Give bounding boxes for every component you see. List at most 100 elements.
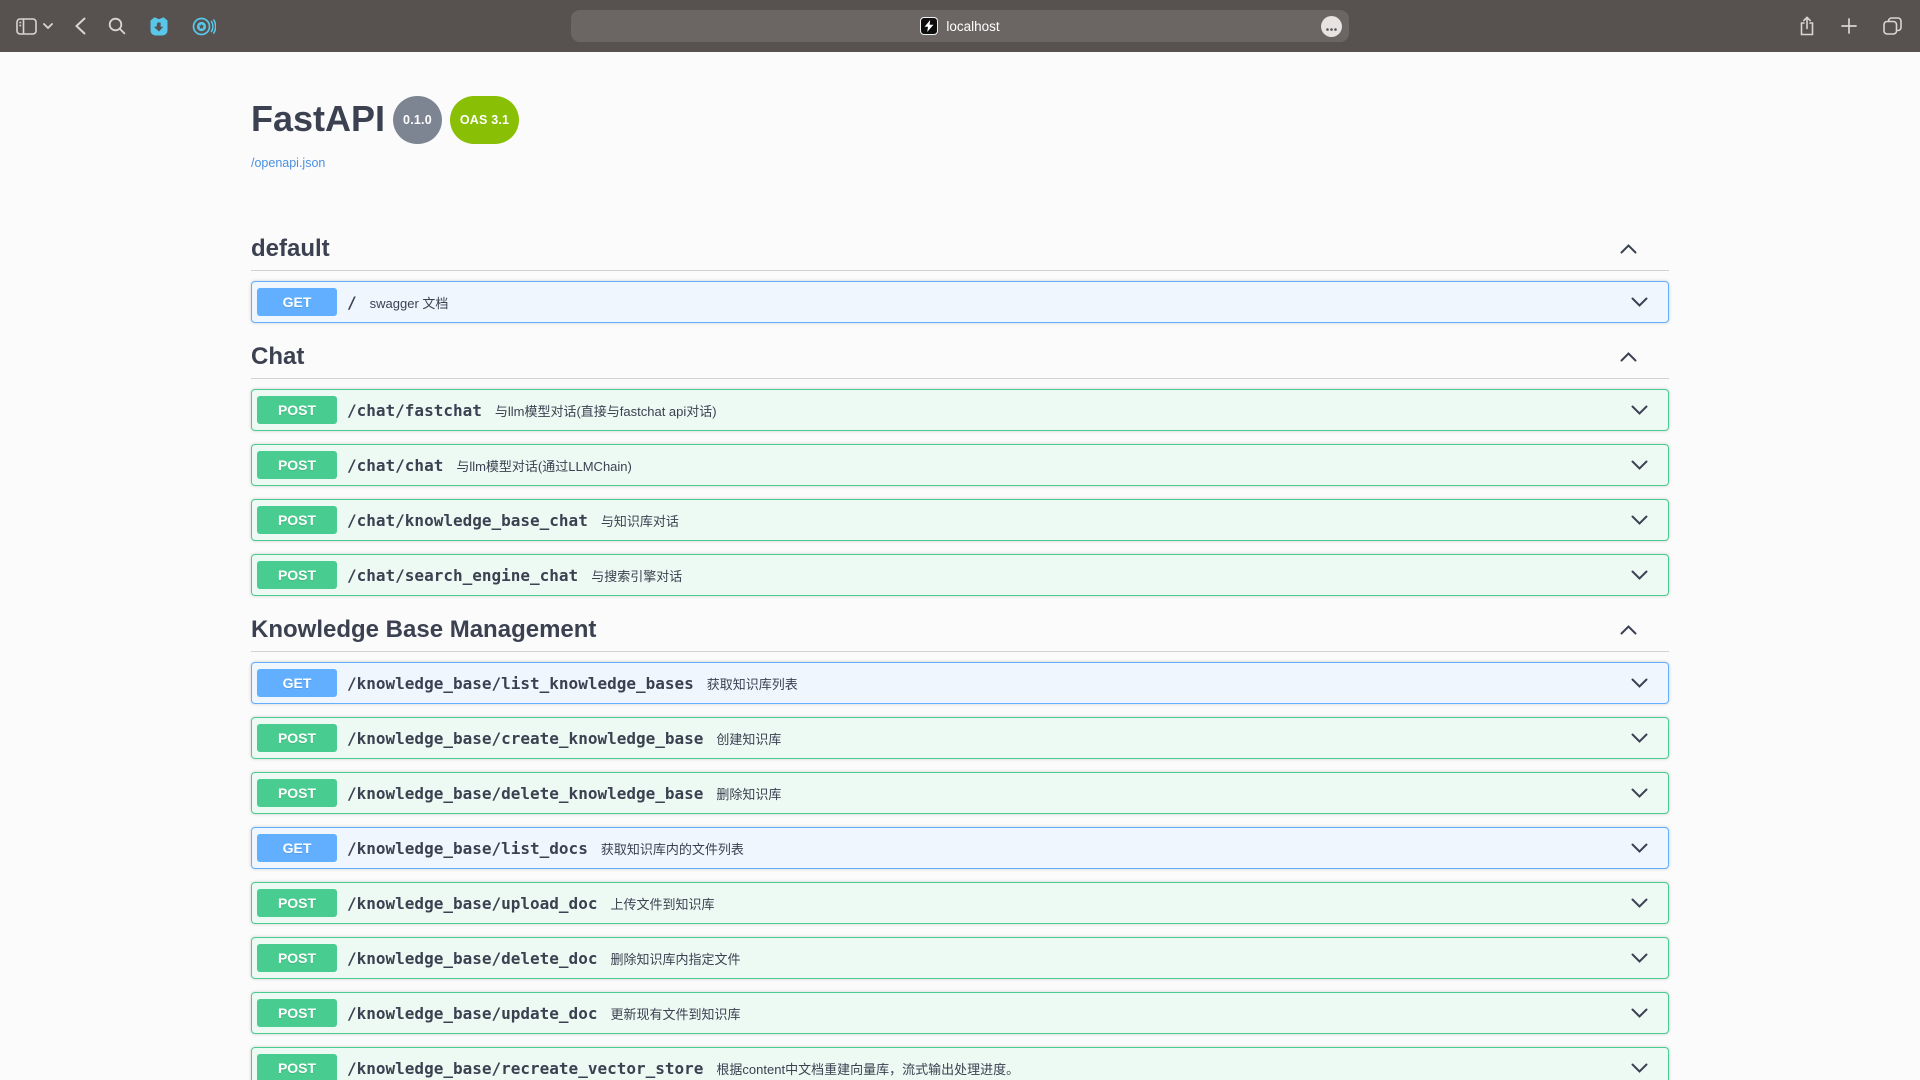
endpoint-expand-button[interactable] (1627, 672, 1652, 695)
endpoint-expand-button[interactable] (1627, 291, 1652, 314)
method-badge: POST (257, 889, 337, 917)
endpoint-row[interactable]: POST /chat/knowledge_base_chat 与知识库对话 (251, 499, 1669, 541)
new-tab-icon (1841, 18, 1857, 34)
chevron-up-icon (1620, 242, 1637, 257)
endpoint-row[interactable]: POST /chat/search_engine_chat 与搜索引擎对话 (251, 554, 1669, 596)
endpoint-expand-button[interactable] (1627, 837, 1652, 860)
search-icon (108, 17, 126, 35)
endpoint-row[interactable]: POST /knowledge_base/upload_doc 上传文件到知识库 (251, 882, 1669, 924)
back-button[interactable] (75, 17, 86, 35)
chevron-down-icon (1631, 786, 1648, 801)
endpoint-row[interactable]: GET / swagger 文档 (251, 281, 1669, 323)
share-icon (1799, 16, 1815, 36)
endpoint-expand-button[interactable] (1627, 1057, 1652, 1080)
endpoint-path: /knowledge_base/list_knowledge_bases (347, 674, 694, 693)
address-bar[interactable]: localhost (571, 10, 1349, 42)
endpoint-path: /knowledge_base/delete_knowledge_base (347, 784, 703, 803)
endpoint-path: /chat/knowledge_base_chat (347, 511, 588, 530)
endpoint-row[interactable]: POST /knowledge_base/delete_knowledge_ba… (251, 772, 1669, 814)
section-header[interactable]: Chat (251, 336, 1669, 379)
endpoint-path: /knowledge_base/list_docs (347, 839, 588, 858)
sidebar-menu-button[interactable] (43, 23, 53, 29)
method-badge: POST (257, 506, 337, 534)
url-text: localhost (946, 19, 999, 34)
endpoint-row[interactable]: POST /knowledge_base/update_doc 更新现有文件到知… (251, 992, 1669, 1034)
endpoint-expand-button[interactable] (1627, 947, 1652, 970)
method-badge: POST (257, 779, 337, 807)
method-badge: POST (257, 451, 337, 479)
endpoint-description: 与llm模型对话(直接与fastchat api对话) (495, 401, 717, 420)
endpoint-expand-button[interactable] (1627, 1002, 1652, 1025)
chevron-down-icon (1631, 1061, 1648, 1076)
section-title: Chat (251, 342, 304, 372)
chevron-down-icon (1631, 1006, 1648, 1021)
chevron-down-icon (1631, 951, 1648, 966)
chevron-down-icon (1631, 676, 1648, 691)
endpoint-path: /knowledge_base/create_knowledge_base (347, 729, 703, 748)
endpoint-expand-button[interactable] (1627, 782, 1652, 805)
endpoint-expand-button[interactable] (1627, 892, 1652, 915)
endpoint-path: /knowledge_base/recreate_vector_store (347, 1059, 703, 1078)
endpoint-row[interactable]: GET /knowledge_base/list_docs 获取知识库内的文件列… (251, 827, 1669, 869)
tab-overview-icon (1883, 17, 1902, 35)
extension-button-2[interactable] (192, 16, 216, 37)
endpoint-path: /chat/chat (347, 456, 443, 475)
endpoint-description: swagger 文档 (370, 293, 449, 312)
endpoint-path: /knowledge_base/upload_doc (347, 894, 597, 913)
page-title: FastAPI0.1.0OAS 3.1 (251, 98, 1669, 151)
chevron-down-icon (1631, 295, 1648, 310)
sidebar-chevron-down-icon (43, 23, 53, 29)
tab-overview-button[interactable] (1883, 17, 1902, 35)
endpoint-path: /chat/fastchat (347, 401, 482, 420)
chevron-down-icon (1631, 458, 1648, 473)
extension-button-1[interactable] (148, 16, 170, 37)
section-collapse-button[interactable] (1616, 619, 1641, 642)
endpoint-description: 与搜索引擎对话 (591, 566, 682, 585)
chevron-down-icon (1631, 896, 1648, 911)
endpoint-description: 创建知识库 (716, 729, 781, 748)
share-button[interactable] (1799, 16, 1815, 36)
endpoint-row[interactable]: POST /chat/fastchat 与llm模型对话(直接与fastchat… (251, 389, 1669, 431)
endpoint-row[interactable]: GET /knowledge_base/list_knowledge_bases… (251, 662, 1669, 704)
method-badge: POST (257, 396, 337, 424)
endpoint-expand-button[interactable] (1627, 509, 1652, 532)
page-settings-button[interactable] (1321, 16, 1342, 37)
endpoint-expand-button[interactable] (1627, 564, 1652, 587)
endpoint-description: 上传文件到知识库 (610, 894, 714, 913)
endpoint-expand-button[interactable] (1627, 454, 1652, 477)
openapi-spec-link[interactable]: /openapi.json (251, 156, 325, 170)
section-collapse-button[interactable] (1616, 238, 1641, 261)
sidebar-toggle-button[interactable] (16, 18, 37, 35)
shield-download-extension-icon (148, 16, 170, 37)
search-button[interactable] (108, 17, 126, 35)
new-tab-button[interactable] (1841, 18, 1857, 34)
section-title: default (251, 234, 330, 264)
chevron-down-icon (1631, 841, 1648, 856)
endpoint-row[interactable]: POST /knowledge_base/recreate_vector_sto… (251, 1047, 1669, 1080)
endpoint-expand-button[interactable] (1627, 399, 1652, 422)
api-title-text: FastAPI (251, 98, 385, 139)
api-info: FastAPI0.1.0OAS 3.1 /openapi.json (251, 98, 1669, 172)
method-badge: POST (257, 724, 337, 752)
api-sections: default GET / swagger 文档 Chat (251, 228, 1669, 1080)
endpoint-description: 根据content中文档重建向量库，流式输出处理进度。 (716, 1059, 1019, 1078)
section-header[interactable]: Knowledge Base Management (251, 609, 1669, 652)
endpoint-expand-button[interactable] (1627, 727, 1652, 750)
endpoint-path: /knowledge_base/update_doc (347, 1004, 597, 1023)
fastapi-favicon (920, 17, 938, 35)
endpoint-row[interactable]: POST /knowledge_base/delete_doc 删除知识库内指定… (251, 937, 1669, 979)
method-badge: POST (257, 944, 337, 972)
oas-badge: OAS 3.1 (450, 96, 519, 144)
chevron-down-icon (1631, 403, 1648, 418)
broadcast-star-extension-icon (192, 16, 216, 37)
endpoint-path: /chat/search_engine_chat (347, 566, 578, 585)
api-section: Knowledge Base Management GET /knowledge… (251, 609, 1669, 1080)
browser-toolbar: localhost (0, 0, 1920, 52)
back-icon (75, 17, 86, 35)
chevron-up-icon (1620, 350, 1637, 365)
section-header[interactable]: default (251, 228, 1669, 271)
swagger-page: FastAPI0.1.0OAS 3.1 /openapi.json defaul… (0, 52, 1920, 1080)
endpoint-row[interactable]: POST /knowledge_base/create_knowledge_ba… (251, 717, 1669, 759)
endpoint-row[interactable]: POST /chat/chat 与llm模型对话(通过LLMChain) (251, 444, 1669, 486)
section-collapse-button[interactable] (1616, 346, 1641, 369)
